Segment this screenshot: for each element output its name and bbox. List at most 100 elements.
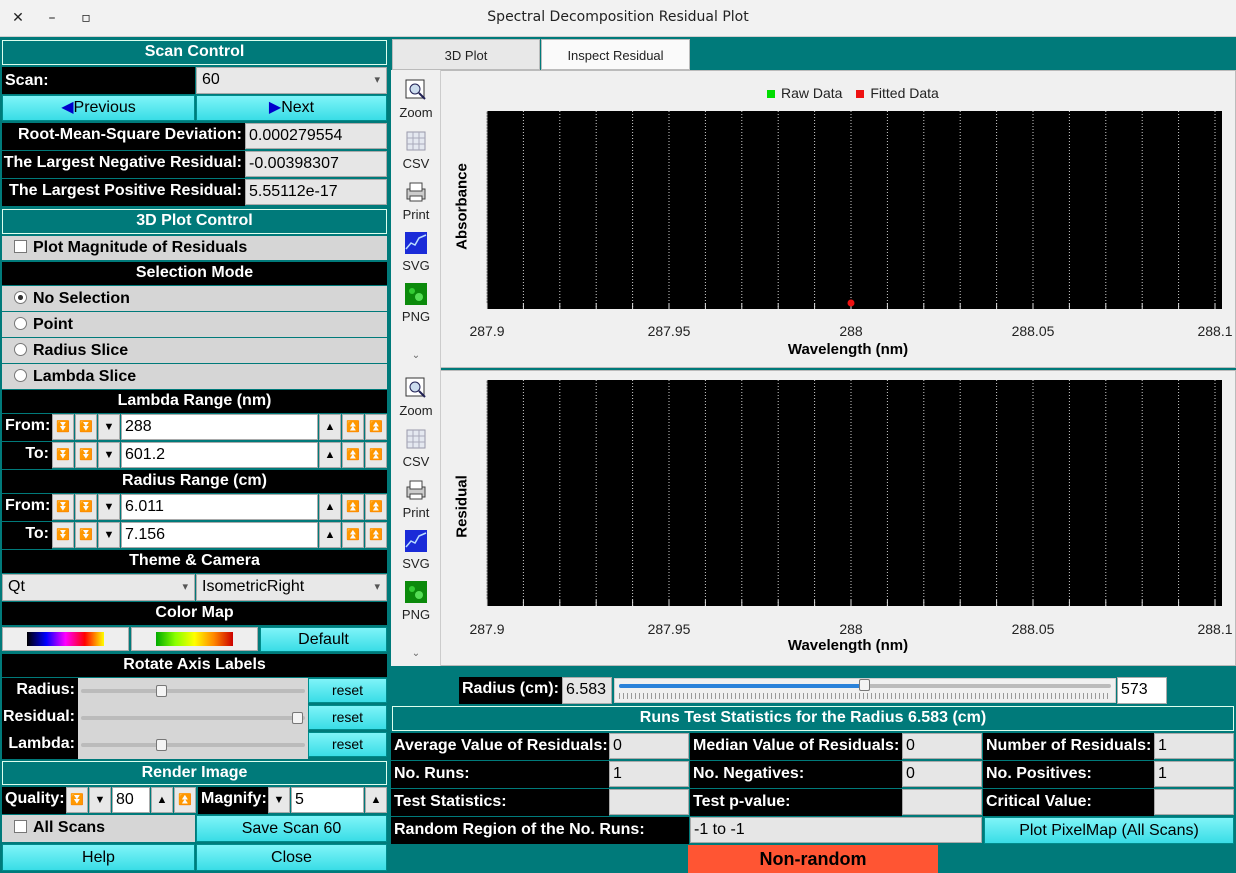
- colormap-jet-button[interactable]: [2, 627, 129, 651]
- tab-3d-plot[interactable]: 3D Plot: [392, 39, 540, 70]
- next-button[interactable]: ▶Next: [196, 95, 387, 121]
- up-icon[interactable]: ▲: [319, 414, 341, 440]
- toolbar-more-icon[interactable]: ⌄: [391, 350, 441, 361]
- fast-down-icon[interactable]: ⏬: [52, 442, 74, 468]
- toolbar-print-button[interactable]: Print: [391, 180, 441, 222]
- runs-test-header: Runs Test Statistics for the Radius 6.58…: [392, 706, 1234, 731]
- mode-lambda-slice[interactable]: Lambda Slice: [2, 364, 387, 389]
- radius-slider-handle[interactable]: [859, 679, 870, 691]
- magnify-input[interactable]: 5: [291, 787, 364, 813]
- scan-control-header: Scan Control: [2, 40, 387, 65]
- fast-up-icon[interactable]: ⏫: [365, 522, 387, 548]
- down-icon[interactable]: ▼: [98, 414, 120, 440]
- mode-point[interactable]: Point: [2, 312, 387, 337]
- step-up-icon[interactable]: ⏫: [342, 494, 364, 520]
- lambda-to-input[interactable]: 601.2: [121, 442, 318, 468]
- tab-inspect-residual[interactable]: Inspect Residual: [541, 39, 690, 70]
- down-icon[interactable]: ▼: [98, 442, 120, 468]
- test-p-value-label: Test p-value:: [690, 789, 902, 816]
- radius-to-input[interactable]: 7.156: [121, 522, 318, 548]
- radio-icon: [14, 317, 27, 331]
- step-down-icon[interactable]: ⏬: [75, 522, 97, 548]
- toolbar-csv-button[interactable]: CSV: [391, 427, 441, 469]
- num-residuals-label: Number of Residuals:: [983, 733, 1154, 760]
- toolbar-more-icon[interactable]: ⌄: [391, 648, 441, 659]
- magnitude-checkbox[interactable]: Plot Magnitude of Residuals: [2, 236, 387, 260]
- plot-toolbar-top: Zoom CSV Print SVG PNG ⌄: [391, 78, 441, 363]
- rotate-axis-header: Rotate Axis Labels: [2, 654, 387, 677]
- toolbar-png-button[interactable]: PNG: [391, 580, 441, 622]
- radius-index-input[interactable]: 573: [1117, 677, 1167, 704]
- toolbar-csv-button[interactable]: CSV: [391, 129, 441, 171]
- rot-residual-reset[interactable]: reset: [308, 705, 387, 730]
- toolbar-zoom-button[interactable]: Zoom: [391, 78, 441, 120]
- step-up-icon[interactable]: ⏫: [342, 414, 364, 440]
- magnify-down-icon[interactable]: ▼: [268, 787, 290, 813]
- fast-down-icon[interactable]: ⏬: [52, 494, 74, 520]
- step-down-icon[interactable]: ⏬: [75, 442, 97, 468]
- all-scans-checkbox[interactable]: All Scans: [2, 815, 195, 842]
- quality-down-icon[interactable]: ▼: [89, 787, 111, 813]
- random-region-label: Random Region of the No. Runs:: [391, 817, 689, 844]
- rot-lambda-slider[interactable]: [78, 732, 308, 759]
- toolbar-print-button[interactable]: Print: [391, 478, 441, 520]
- num-residuals-value: 1: [1154, 733, 1234, 759]
- colormap-rainbow-button[interactable]: [131, 627, 258, 651]
- up-icon[interactable]: ▲: [319, 442, 341, 468]
- bottom-plot-area[interactable]: [483, 380, 1224, 606]
- no-positives-label: No. Positives:: [983, 761, 1154, 788]
- step-down-icon[interactable]: ⏬: [75, 494, 97, 520]
- up-icon[interactable]: ▲: [319, 522, 341, 548]
- toolbar-png-button[interactable]: PNG: [391, 282, 441, 324]
- top-plot-area[interactable]: [483, 111, 1224, 309]
- fast-down-icon[interactable]: ⏬: [52, 522, 74, 548]
- quality-step-down-icon[interactable]: ⏬: [66, 787, 88, 813]
- plot-pixelmap-button[interactable]: Plot PixelMap (All Scans): [984, 817, 1234, 844]
- svg-icon: [405, 530, 427, 552]
- scan-select[interactable]: 60: [196, 67, 387, 94]
- quality-input[interactable]: 80: [112, 787, 150, 813]
- previous-button[interactable]: ◀Previous: [2, 95, 195, 121]
- fast-up-icon[interactable]: ⏫: [365, 414, 387, 440]
- toolbar-zoom-button[interactable]: Zoom: [391, 376, 441, 418]
- default-colormap-button[interactable]: Default: [260, 627, 387, 652]
- fast-down-icon[interactable]: ⏬: [52, 414, 74, 440]
- quality-up-icon[interactable]: ▲: [151, 787, 173, 813]
- fast-up-icon[interactable]: ⏫: [365, 442, 387, 468]
- title-bar: ✕ – ▫ Spectral Decomposition Residual Pl…: [0, 0, 1236, 37]
- down-icon[interactable]: ▼: [98, 522, 120, 548]
- rot-radius-handle[interactable]: [155, 685, 167, 697]
- mode-radius-slice[interactable]: Radius Slice: [2, 338, 387, 363]
- radius-slider[interactable]: [614, 678, 1116, 703]
- up-icon[interactable]: ▲: [319, 494, 341, 520]
- rot-residual-handle[interactable]: [291, 712, 303, 724]
- fast-up-icon[interactable]: ⏫: [365, 494, 387, 520]
- camera-select[interactable]: IsometricRight: [196, 574, 387, 601]
- rot-radius-slider[interactable]: [78, 678, 308, 705]
- step-up-icon[interactable]: ⏫: [342, 442, 364, 468]
- toolbar-svg-button[interactable]: SVG: [391, 529, 441, 571]
- help-button[interactable]: Help: [2, 844, 195, 871]
- lambda-from-input[interactable]: 288: [121, 414, 318, 440]
- down-icon[interactable]: ▼: [98, 494, 120, 520]
- radius-slider-ticks: [619, 693, 1111, 699]
- rot-radius-reset[interactable]: reset: [308, 678, 387, 703]
- save-scan-button[interactable]: Save Scan 60: [196, 815, 387, 842]
- png-icon: [405, 283, 427, 305]
- theme-select[interactable]: Qt: [2, 574, 195, 601]
- scan-label: Scan:: [2, 67, 195, 94]
- step-up-icon[interactable]: ⏫: [342, 522, 364, 548]
- rot-lambda-reset[interactable]: reset: [308, 732, 387, 757]
- png-icon: [405, 581, 427, 603]
- rot-lambda-handle[interactable]: [155, 739, 167, 751]
- magnify-up-icon[interactable]: ▲: [365, 787, 387, 813]
- toolbar-svg-button[interactable]: SVG: [391, 231, 441, 273]
- close-button[interactable]: Close: [196, 844, 387, 871]
- avg-residuals-value: 0: [609, 733, 689, 759]
- step-down-icon[interactable]: ⏬: [75, 414, 97, 440]
- mode-label: Point: [33, 316, 73, 333]
- rot-residual-slider[interactable]: [78, 705, 308, 732]
- radius-from-input[interactable]: 6.011: [121, 494, 318, 520]
- mode-no-selection[interactable]: No Selection: [2, 286, 387, 311]
- quality-step-up-icon[interactable]: ⏫: [174, 787, 196, 813]
